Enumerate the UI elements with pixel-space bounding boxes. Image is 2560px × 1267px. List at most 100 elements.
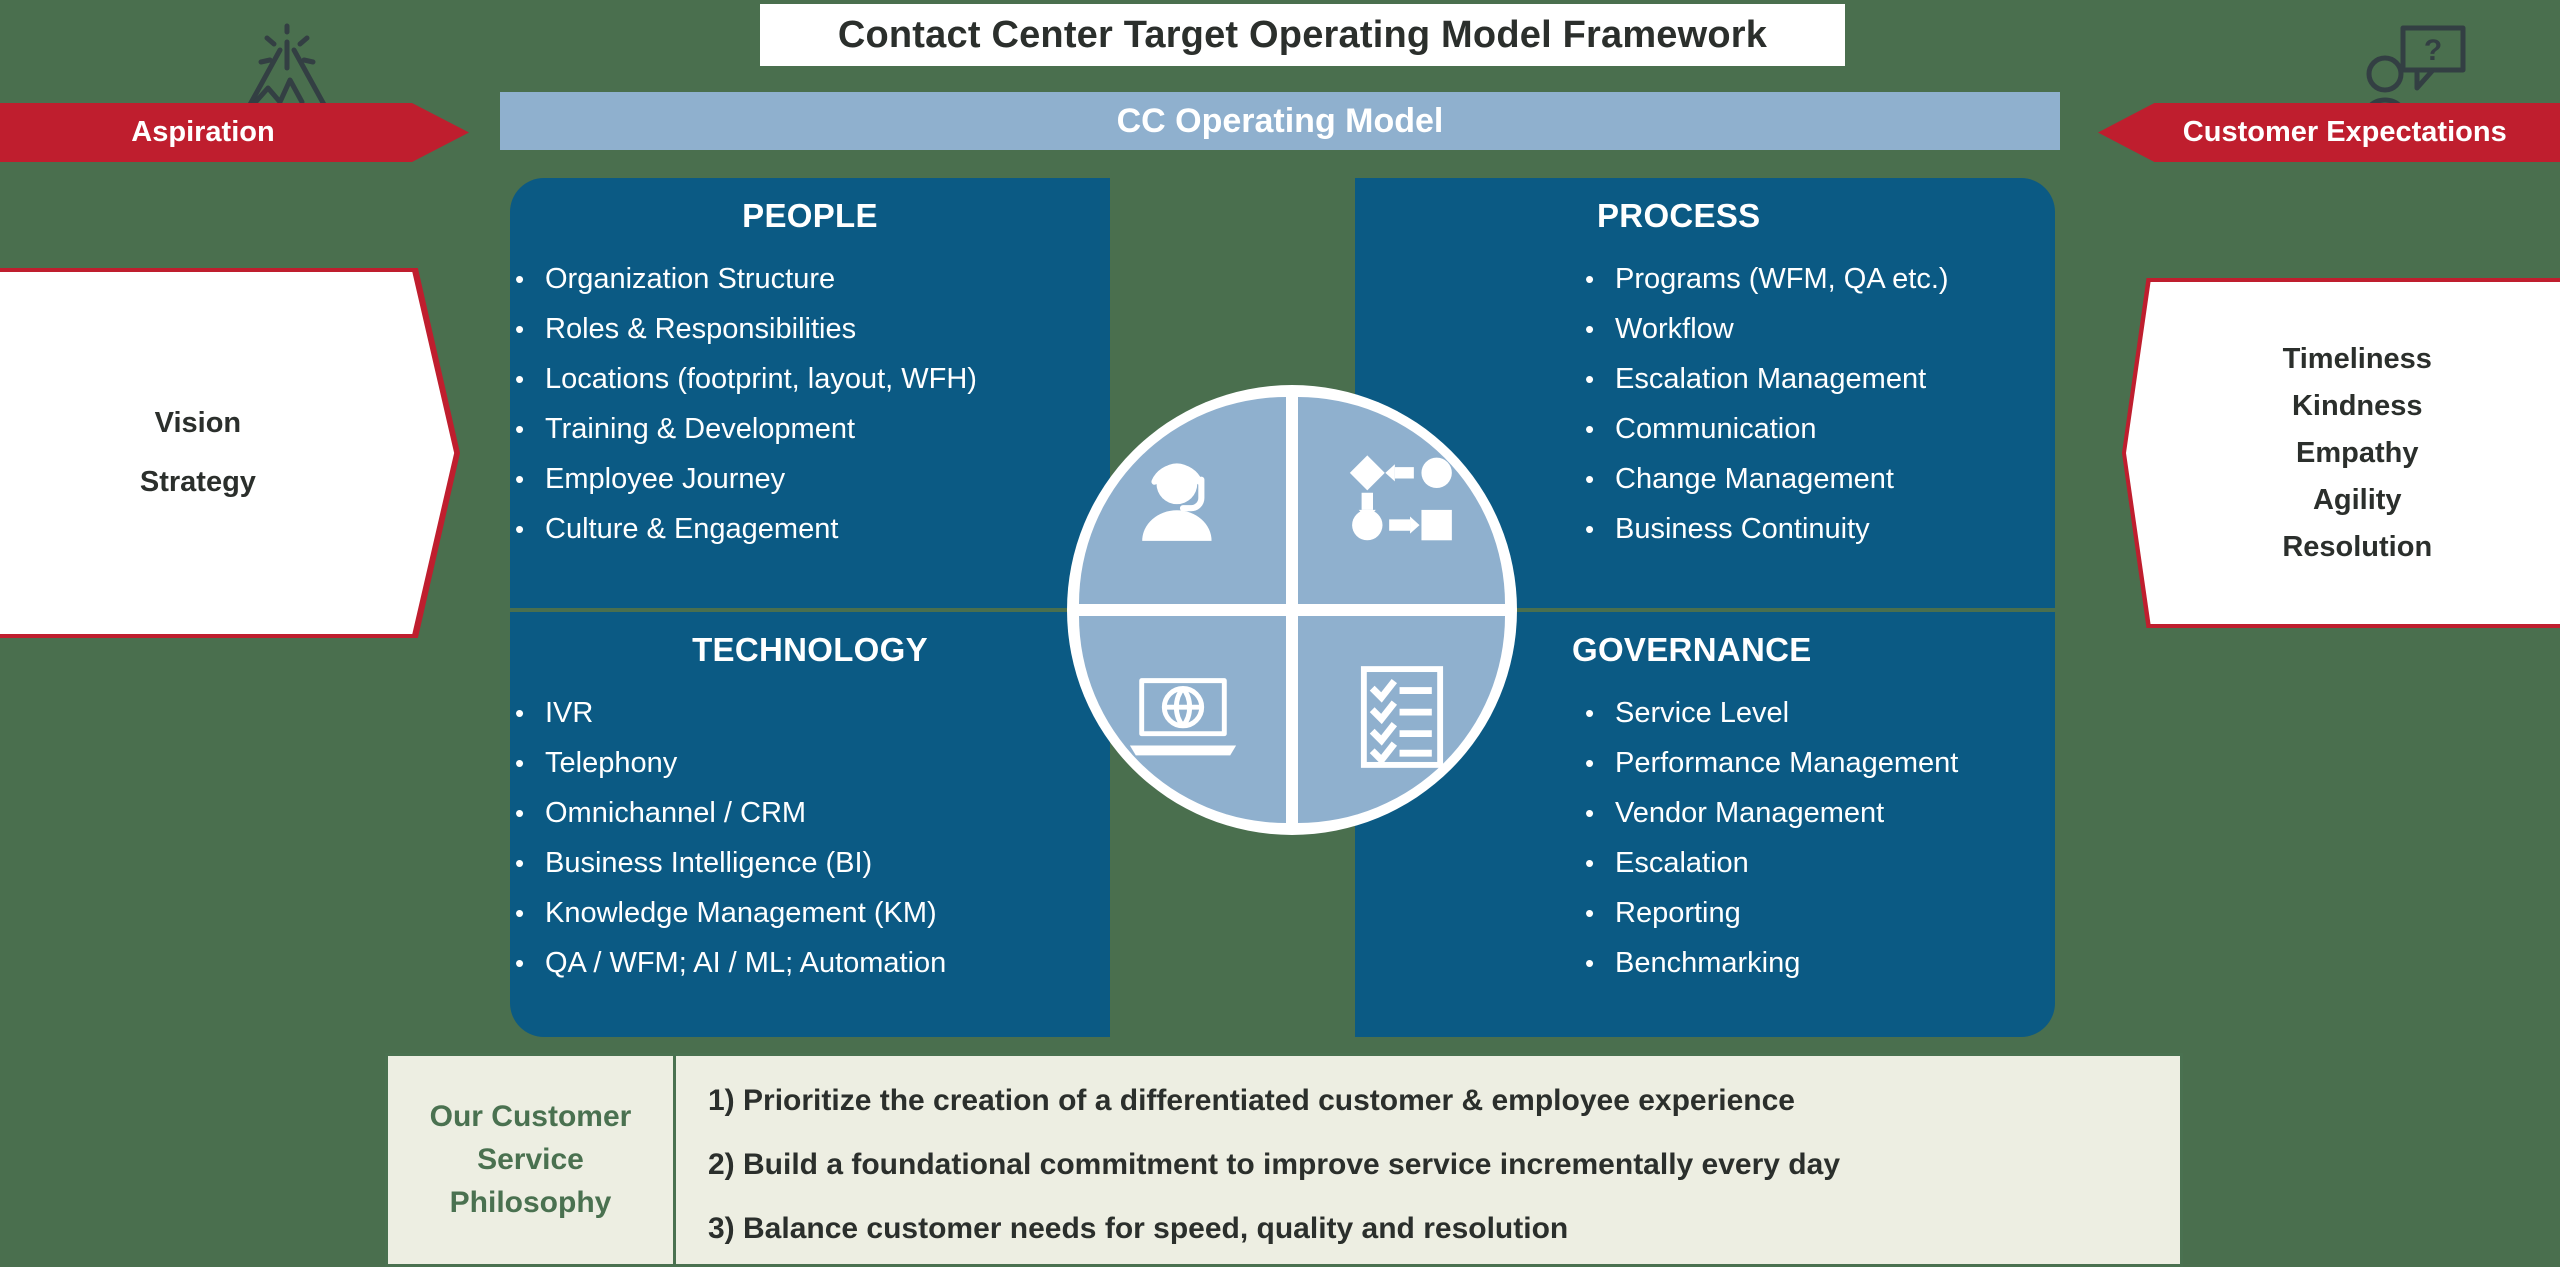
bullet-icon: • bbox=[515, 898, 525, 928]
philosophy-point: 3) Balance customer needs for speed, qua… bbox=[708, 1212, 1569, 1245]
list-item: • Training & Development bbox=[515, 415, 1110, 444]
list-item: • IVR bbox=[515, 699, 1110, 728]
list-item: • Culture & Engagement bbox=[515, 515, 1110, 544]
bullet-icon: • bbox=[1585, 748, 1595, 778]
bullet-icon: • bbox=[1585, 798, 1595, 828]
list-item: • Workflow bbox=[1585, 315, 2055, 344]
bullet-icon: • bbox=[515, 314, 525, 344]
center-quadrant-people bbox=[1079, 397, 1286, 604]
list-item: • Knowledge Management (KM) bbox=[515, 899, 1110, 928]
philosophy-heading-line: Philosophy bbox=[449, 1186, 612, 1219]
list-item-label: Telephony bbox=[545, 747, 678, 779]
quadrant-technology: TECHNOLOGY • IVR • Telephony • Omnichannel … bbox=[510, 612, 1110, 1037]
operating-model-banner-label: CC Operating Model bbox=[1116, 101, 1444, 140]
diagram-canvas: Contact Center Target Operating Model Fr… bbox=[0, 0, 2560, 1267]
philosophy-point: 1) Prioritize the creation of a differen… bbox=[708, 1084, 1795, 1117]
list-item-label: IVR bbox=[545, 697, 594, 729]
customer-expectations-label: Customer Expectations bbox=[2182, 116, 2507, 148]
list-item: • Roles & Responsibilities bbox=[515, 315, 1110, 344]
expectation-item: Resolution bbox=[2282, 530, 2433, 563]
bullet-icon: • bbox=[515, 364, 525, 394]
list-item: • Telephony bbox=[515, 749, 1110, 778]
list-item: • QA / WFM; AI / ML; Automation bbox=[515, 949, 1110, 978]
quadrant-process-list: • Programs (WFM, QA etc.) • Workflow • Esca… bbox=[1585, 265, 2055, 544]
philosophy-heading-line: Service bbox=[477, 1143, 584, 1176]
list-item-label: Reporting bbox=[1615, 897, 1741, 929]
list-item-label: Escalation bbox=[1615, 847, 1749, 879]
list-item: • Reporting bbox=[1585, 899, 2055, 928]
aspiration-label: Aspiration bbox=[131, 116, 275, 148]
bullet-icon: • bbox=[1585, 264, 1595, 294]
quadrant-technology-title: TECHNOLOGY bbox=[692, 631, 928, 668]
quadrant-people-list: • Organization Structure • Roles & Respons… bbox=[515, 265, 1110, 544]
expectation-item: Kindness bbox=[2291, 389, 2423, 422]
philosophy-heading: Our Customer Service Philosophy bbox=[388, 1056, 676, 1264]
list-item-label: Locations (footprint, layout, WFH) bbox=[545, 363, 977, 395]
bullet-icon: • bbox=[1585, 514, 1595, 544]
list-item-label: Benchmarking bbox=[1615, 947, 1801, 979]
list-item-label: Escalation Management bbox=[1615, 363, 1927, 395]
list-item: • Escalation Management bbox=[1585, 365, 2055, 394]
strategy-label: Strategy bbox=[139, 466, 256, 498]
list-item-label: Knowledge Management (KM) bbox=[545, 897, 937, 929]
bullet-icon: • bbox=[515, 948, 525, 978]
list-item-label: Change Management bbox=[1615, 463, 1894, 495]
list-item-label: Workflow bbox=[1615, 313, 1734, 345]
checklist-clipboard-icon bbox=[1358, 663, 1446, 776]
bullet-icon: • bbox=[515, 848, 525, 878]
bullet-icon: • bbox=[515, 264, 525, 294]
customer-service-philosophy: Our Customer Service Philosophy 1) Prior… bbox=[385, 1053, 2183, 1267]
list-item-label: Culture & Engagement bbox=[545, 513, 839, 545]
center-quadrant-technology bbox=[1079, 616, 1286, 823]
list-item: • Communication bbox=[1585, 415, 2055, 444]
list-item: • Business Continuity bbox=[1585, 515, 2055, 544]
quadrant-governance-title: GOVERNANCE bbox=[1572, 631, 1812, 668]
list-item: • Organization Structure bbox=[515, 265, 1110, 294]
philosophy-heading-line: Our Customer bbox=[429, 1100, 632, 1133]
list-item-label: QA / WFM; AI / ML; Automation bbox=[545, 947, 947, 979]
list-item: • Benchmarking bbox=[1585, 949, 2055, 978]
list-item: • Change Management bbox=[1585, 465, 2055, 494]
quadrant-process-title: PROCESS bbox=[1597, 197, 1761, 234]
page-title: Contact Center Target Operating Model Fr… bbox=[760, 4, 1845, 66]
list-item-label: Vendor Management bbox=[1615, 797, 1885, 829]
list-item-label: Performance Management bbox=[1615, 747, 1959, 779]
list-item: • Service Level bbox=[1585, 699, 2055, 728]
bullet-icon: • bbox=[515, 514, 525, 544]
bullet-icon: • bbox=[515, 414, 525, 444]
list-item: • Performance Management bbox=[1585, 749, 2055, 778]
vision-strategy-box: Vision Strategy bbox=[0, 268, 460, 638]
quadrant-people-title: PEOPLE bbox=[742, 197, 878, 234]
list-item-label: Training & Development bbox=[545, 413, 856, 445]
quadrant-technology-list: • IVR • Telephony • Omnichannel / CRM • Busi… bbox=[515, 699, 1110, 978]
center-wheel bbox=[1067, 385, 1517, 835]
philosophy-points: 1) Prioritize the creation of a differen… bbox=[676, 1056, 2180, 1264]
bullet-icon: • bbox=[1585, 314, 1595, 344]
quadrant-governance-list: • Service Level • Performance Management •… bbox=[1585, 699, 2055, 978]
list-item: • Employee Journey bbox=[515, 465, 1110, 494]
bullet-icon: • bbox=[1585, 364, 1595, 394]
headset-agent-icon bbox=[1132, 447, 1234, 554]
list-item: • Escalation bbox=[1585, 849, 2055, 878]
list-item-label: Service Level bbox=[1615, 697, 1790, 729]
bullet-icon: • bbox=[1585, 948, 1595, 978]
customer-expectations-chevron: Customer Expectations bbox=[2098, 103, 2560, 162]
list-item: • Programs (WFM, QA etc.) bbox=[1585, 265, 2055, 294]
customer-expectations-list: Timeliness Kindness Empathy Agility Reso… bbox=[2147, 278, 2560, 628]
philosophy-point: 2) Build a foundational commitment to im… bbox=[708, 1148, 1841, 1181]
list-item-label: Omnichannel / CRM bbox=[545, 797, 807, 829]
bullet-icon: • bbox=[1585, 848, 1595, 878]
quadrant-people: PEOPLE • Organization Structure • Roles & … bbox=[510, 178, 1110, 608]
flowchart-process-icon bbox=[1349, 451, 1454, 551]
list-item-label: Programs (WFM, QA etc.) bbox=[1615, 263, 1949, 295]
list-item: • Locations (footprint, layout, WFH) bbox=[515, 365, 1110, 394]
bullet-icon: • bbox=[515, 698, 525, 728]
list-item-label: Business Continuity bbox=[1615, 513, 1870, 545]
list-item-label: Communication bbox=[1615, 413, 1817, 445]
list-item: • Vendor Management bbox=[1585, 799, 2055, 828]
svg-text:?: ? bbox=[2424, 34, 2442, 67]
bullet-icon: • bbox=[1585, 464, 1595, 494]
customer-expectations-box: Timeliness Kindness Empathy Agility Reso… bbox=[2122, 278, 2560, 628]
expectation-item: Agility bbox=[2312, 483, 2402, 516]
list-item: • Business Intelligence (BI) bbox=[515, 849, 1110, 878]
